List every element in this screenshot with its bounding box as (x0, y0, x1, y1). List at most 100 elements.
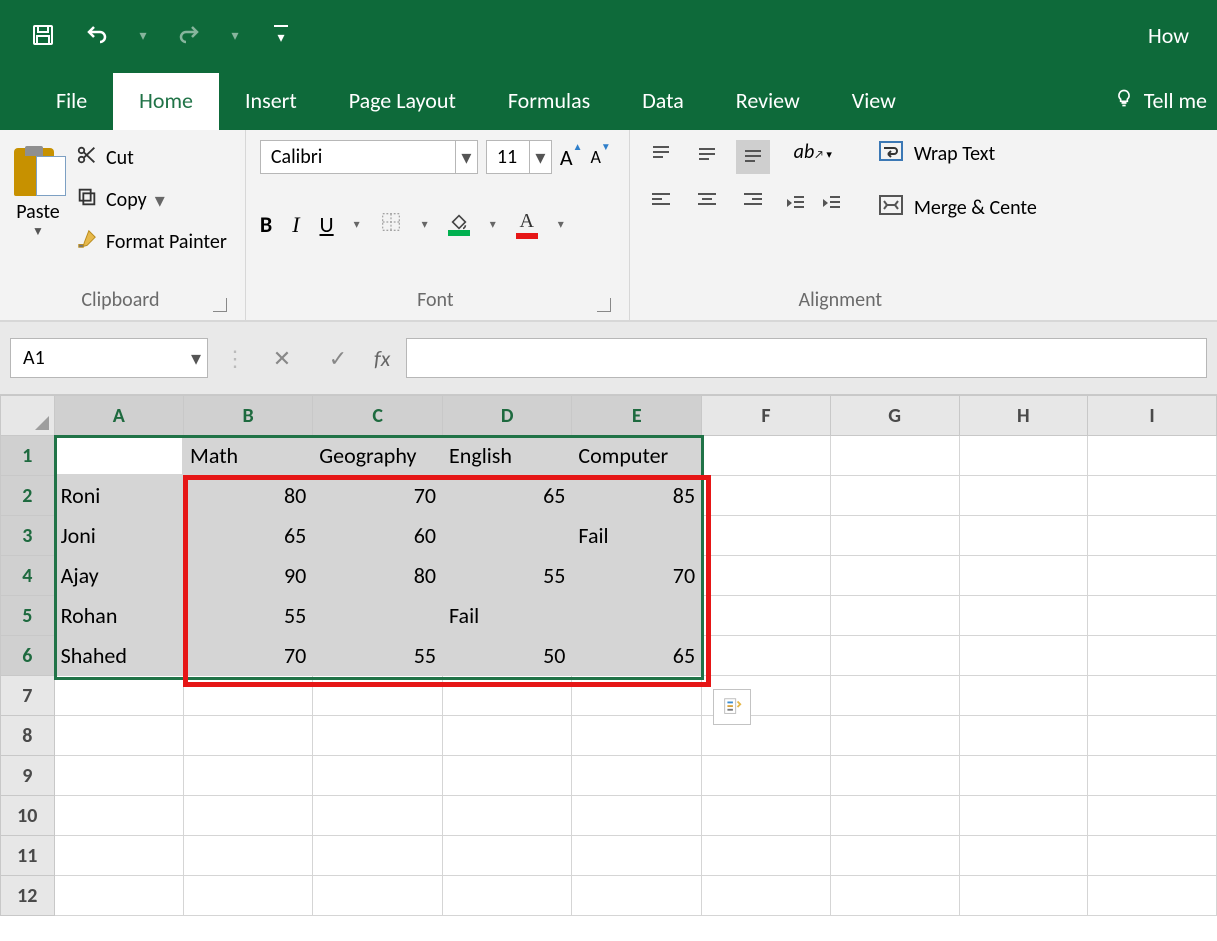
cell[interactable]: 60 (313, 516, 443, 556)
column-header[interactable]: D (443, 396, 572, 436)
cell[interactable] (54, 436, 183, 476)
underline-dropdown-icon[interactable]: ▾ (354, 217, 360, 232)
row-header[interactable]: 5 (1, 596, 55, 636)
cell[interactable] (830, 556, 959, 596)
cell[interactable] (443, 796, 572, 836)
cell[interactable] (443, 836, 572, 876)
cell[interactable]: 65 (572, 636, 702, 676)
options-dots-icon[interactable]: ⋮ (224, 345, 246, 372)
cell[interactable] (830, 716, 959, 756)
cell[interactable] (1088, 716, 1217, 756)
cancel-formula-button[interactable]: ✕ (262, 338, 302, 378)
cell[interactable]: Math (184, 436, 313, 476)
paste-options-button[interactable] (713, 689, 751, 725)
cell[interactable]: Ajay (54, 556, 183, 596)
cell[interactable] (443, 876, 572, 916)
cell[interactable] (830, 436, 959, 476)
cell[interactable] (313, 876, 443, 916)
cell[interactable] (443, 716, 572, 756)
cell[interactable] (702, 756, 831, 796)
cell[interactable]: 85 (572, 476, 702, 516)
cell[interactable] (313, 796, 443, 836)
column-header[interactable]: A (54, 396, 183, 436)
align-right-button[interactable] (742, 189, 764, 213)
cell[interactable] (1088, 796, 1217, 836)
align-top-button[interactable] (650, 144, 672, 170)
cell[interactable] (830, 756, 959, 796)
cell[interactable]: Fail (443, 596, 572, 636)
cell[interactable] (54, 876, 183, 916)
cell[interactable]: 55 (313, 636, 443, 676)
cell[interactable] (54, 836, 183, 876)
column-header[interactable]: F (702, 396, 831, 436)
cell[interactable] (702, 836, 831, 876)
cell[interactable] (1088, 636, 1217, 676)
chevron-down-icon[interactable]: ▾ (185, 339, 207, 377)
wrap-text-button[interactable]: Wrap Text (878, 140, 1037, 168)
cell[interactable] (1088, 516, 1217, 556)
cell[interactable] (702, 436, 831, 476)
cell[interactable] (959, 836, 1088, 876)
cell[interactable] (184, 676, 313, 716)
cell[interactable] (830, 596, 959, 636)
orientation-button[interactable]: ab↗ ▾ (794, 140, 832, 164)
cell[interactable] (184, 836, 313, 876)
cell[interactable] (572, 756, 702, 796)
font-color-button[interactable]: A (516, 210, 538, 239)
cell[interactable] (830, 636, 959, 676)
copy-dropdown-icon[interactable]: ▾ (155, 188, 165, 213)
underline-button[interactable]: U (320, 211, 334, 238)
cell[interactable] (313, 716, 443, 756)
tab-review[interactable]: Review (710, 73, 826, 130)
cell[interactable] (443, 676, 572, 716)
cell[interactable] (313, 676, 443, 716)
tab-home[interactable]: Home (113, 73, 219, 130)
paste-dropdown-icon[interactable]: ▼ (32, 224, 44, 239)
cell[interactable] (959, 516, 1088, 556)
cell[interactable] (184, 796, 313, 836)
merge-center-button[interactable]: Merge & Cente (878, 194, 1037, 222)
cell[interactable]: Geography (313, 436, 443, 476)
row-header[interactable]: 6 (1, 636, 55, 676)
cell[interactable] (959, 556, 1088, 596)
row-header[interactable]: 3 (1, 516, 55, 556)
cell[interactable] (313, 756, 443, 796)
cell[interactable] (54, 796, 183, 836)
cell[interactable] (572, 796, 702, 836)
borders-button[interactable] (380, 211, 402, 239)
tab-view[interactable]: View (826, 73, 922, 130)
cell[interactable]: Shahed (54, 636, 183, 676)
cell[interactable] (959, 716, 1088, 756)
undo-dropdown-icon[interactable]: ▾ (136, 20, 150, 50)
cell[interactable]: 65 (443, 476, 572, 516)
cell[interactable] (1088, 676, 1217, 716)
row-header[interactable]: 7 (1, 676, 55, 716)
decrease-font-button[interactable]: A (590, 146, 610, 168)
font-color-dropdown-icon[interactable]: ▾ (558, 217, 564, 232)
cell[interactable] (1088, 556, 1217, 596)
cell[interactable]: 55 (443, 556, 572, 596)
tab-insert[interactable]: Insert (219, 73, 323, 130)
borders-dropdown-icon[interactable]: ▾ (422, 217, 428, 232)
redo-icon[interactable] (174, 20, 204, 50)
cell[interactable]: 70 (572, 556, 702, 596)
cell[interactable] (313, 596, 443, 636)
redo-dropdown-icon[interactable]: ▾ (228, 20, 242, 50)
cell[interactable]: 55 (184, 596, 313, 636)
cell[interactable] (54, 756, 183, 796)
cell[interactable]: Rohan (54, 596, 183, 636)
cell[interactable] (54, 676, 183, 716)
formula-input[interactable] (406, 338, 1207, 378)
cell[interactable] (572, 836, 702, 876)
cell[interactable]: Computer (572, 436, 702, 476)
cell[interactable] (959, 436, 1088, 476)
align-bottom-button[interactable] (736, 140, 770, 174)
cell[interactable]: 70 (313, 476, 443, 516)
fill-dropdown-icon[interactable]: ▾ (490, 217, 496, 232)
column-header[interactable]: G (830, 396, 959, 436)
column-header[interactable]: C (313, 396, 443, 436)
column-header[interactable]: I (1088, 396, 1217, 436)
cell[interactable] (959, 876, 1088, 916)
cell[interactable] (702, 596, 831, 636)
paste-button[interactable]: Paste ▼ (14, 140, 62, 284)
